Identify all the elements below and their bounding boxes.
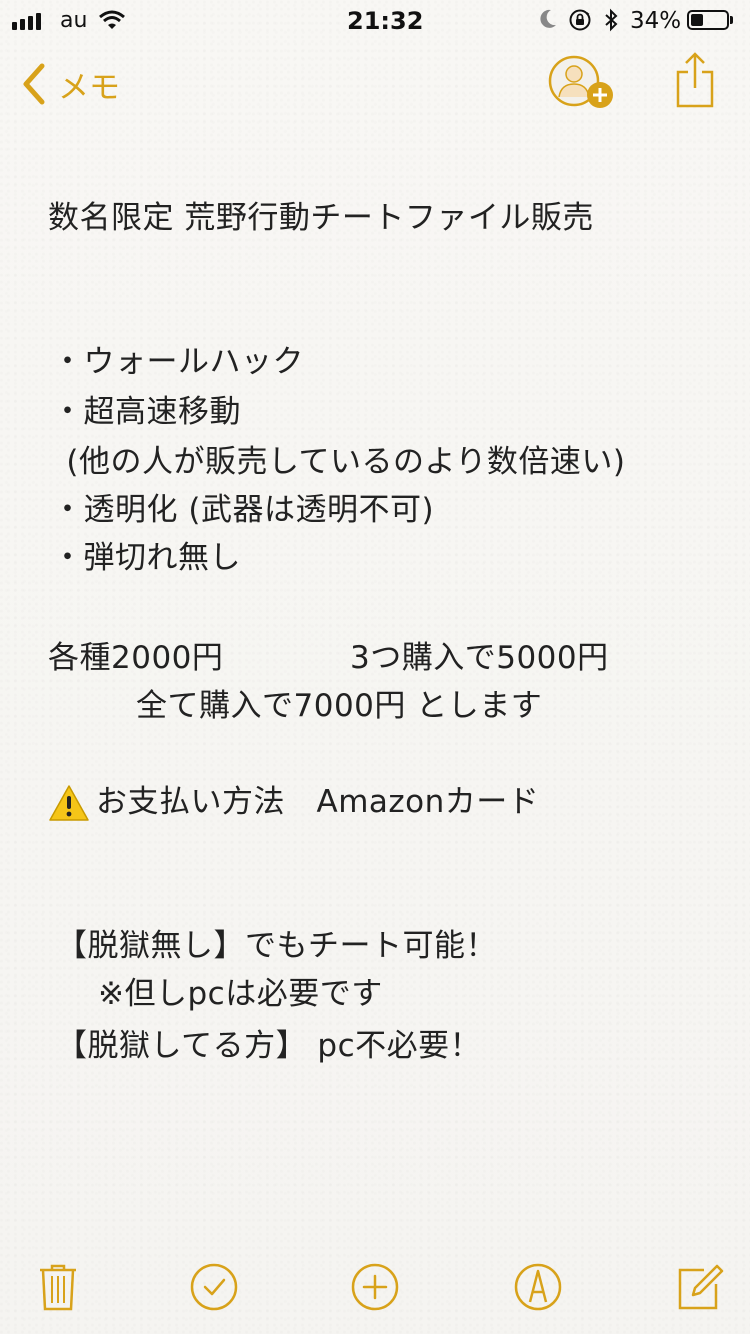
status-bar: au 21:32 34% <box>0 0 750 40</box>
feature-note: (他の人が販売しているのより数倍速い) <box>56 444 626 480</box>
chevron-left-icon <box>23 63 45 105</box>
feature-item: ・弾切れ無し <box>52 540 241 576</box>
trash-icon[interactable] <box>34 1262 82 1312</box>
feature-item: ・ウォールハック <box>52 344 304 380</box>
jailbreak-note: ※但しpcは必要です <box>98 976 383 1012</box>
rotation-lock-icon <box>569 9 591 31</box>
add-person-icon[interactable] <box>548 54 616 110</box>
battery-tip <box>730 16 733 24</box>
battery-level <box>691 14 703 26</box>
signal-strength-icon <box>12 13 41 30</box>
clock: 21:32 <box>347 7 424 35</box>
checklist-icon[interactable] <box>190 1262 238 1312</box>
jailbreak-note: 【脱獄してる方】 pc不必要！ <box>56 1028 482 1064</box>
feature-item: ・超高速移動 <box>52 394 241 430</box>
battery-icon <box>687 10 729 30</box>
carrier-name: au <box>60 8 88 33</box>
navigation-bar: メモ <box>0 40 750 128</box>
markup-icon[interactable] <box>514 1262 562 1312</box>
bluetooth-icon <box>605 8 618 32</box>
payment-method: お支払い方法 Amazonカード <box>96 784 540 820</box>
price-each: 各種2000円 <box>48 640 224 676</box>
wifi-icon <box>99 10 125 29</box>
share-icon[interactable] <box>674 50 716 110</box>
battery-percentage: 34% <box>630 8 682 34</box>
feature-item: ・透明化 (武器は透明不可) <box>52 492 435 528</box>
back-button[interactable]: メモ <box>20 60 120 108</box>
back-label: メモ <box>58 69 120 106</box>
note-title: 数名限定 荒野行動チートファイル販売 <box>48 200 594 236</box>
price-bundle: 3つ購入で5000円 <box>350 640 609 676</box>
compose-icon[interactable] <box>676 1262 724 1312</box>
add-icon[interactable] <box>351 1262 399 1312</box>
price-all: 全て購入で7000円 とします <box>136 688 543 724</box>
jailbreak-note: 【脱獄無し】でもチート可能！ <box>56 928 497 964</box>
do-not-disturb-icon <box>540 9 556 28</box>
warning-icon <box>49 785 89 821</box>
